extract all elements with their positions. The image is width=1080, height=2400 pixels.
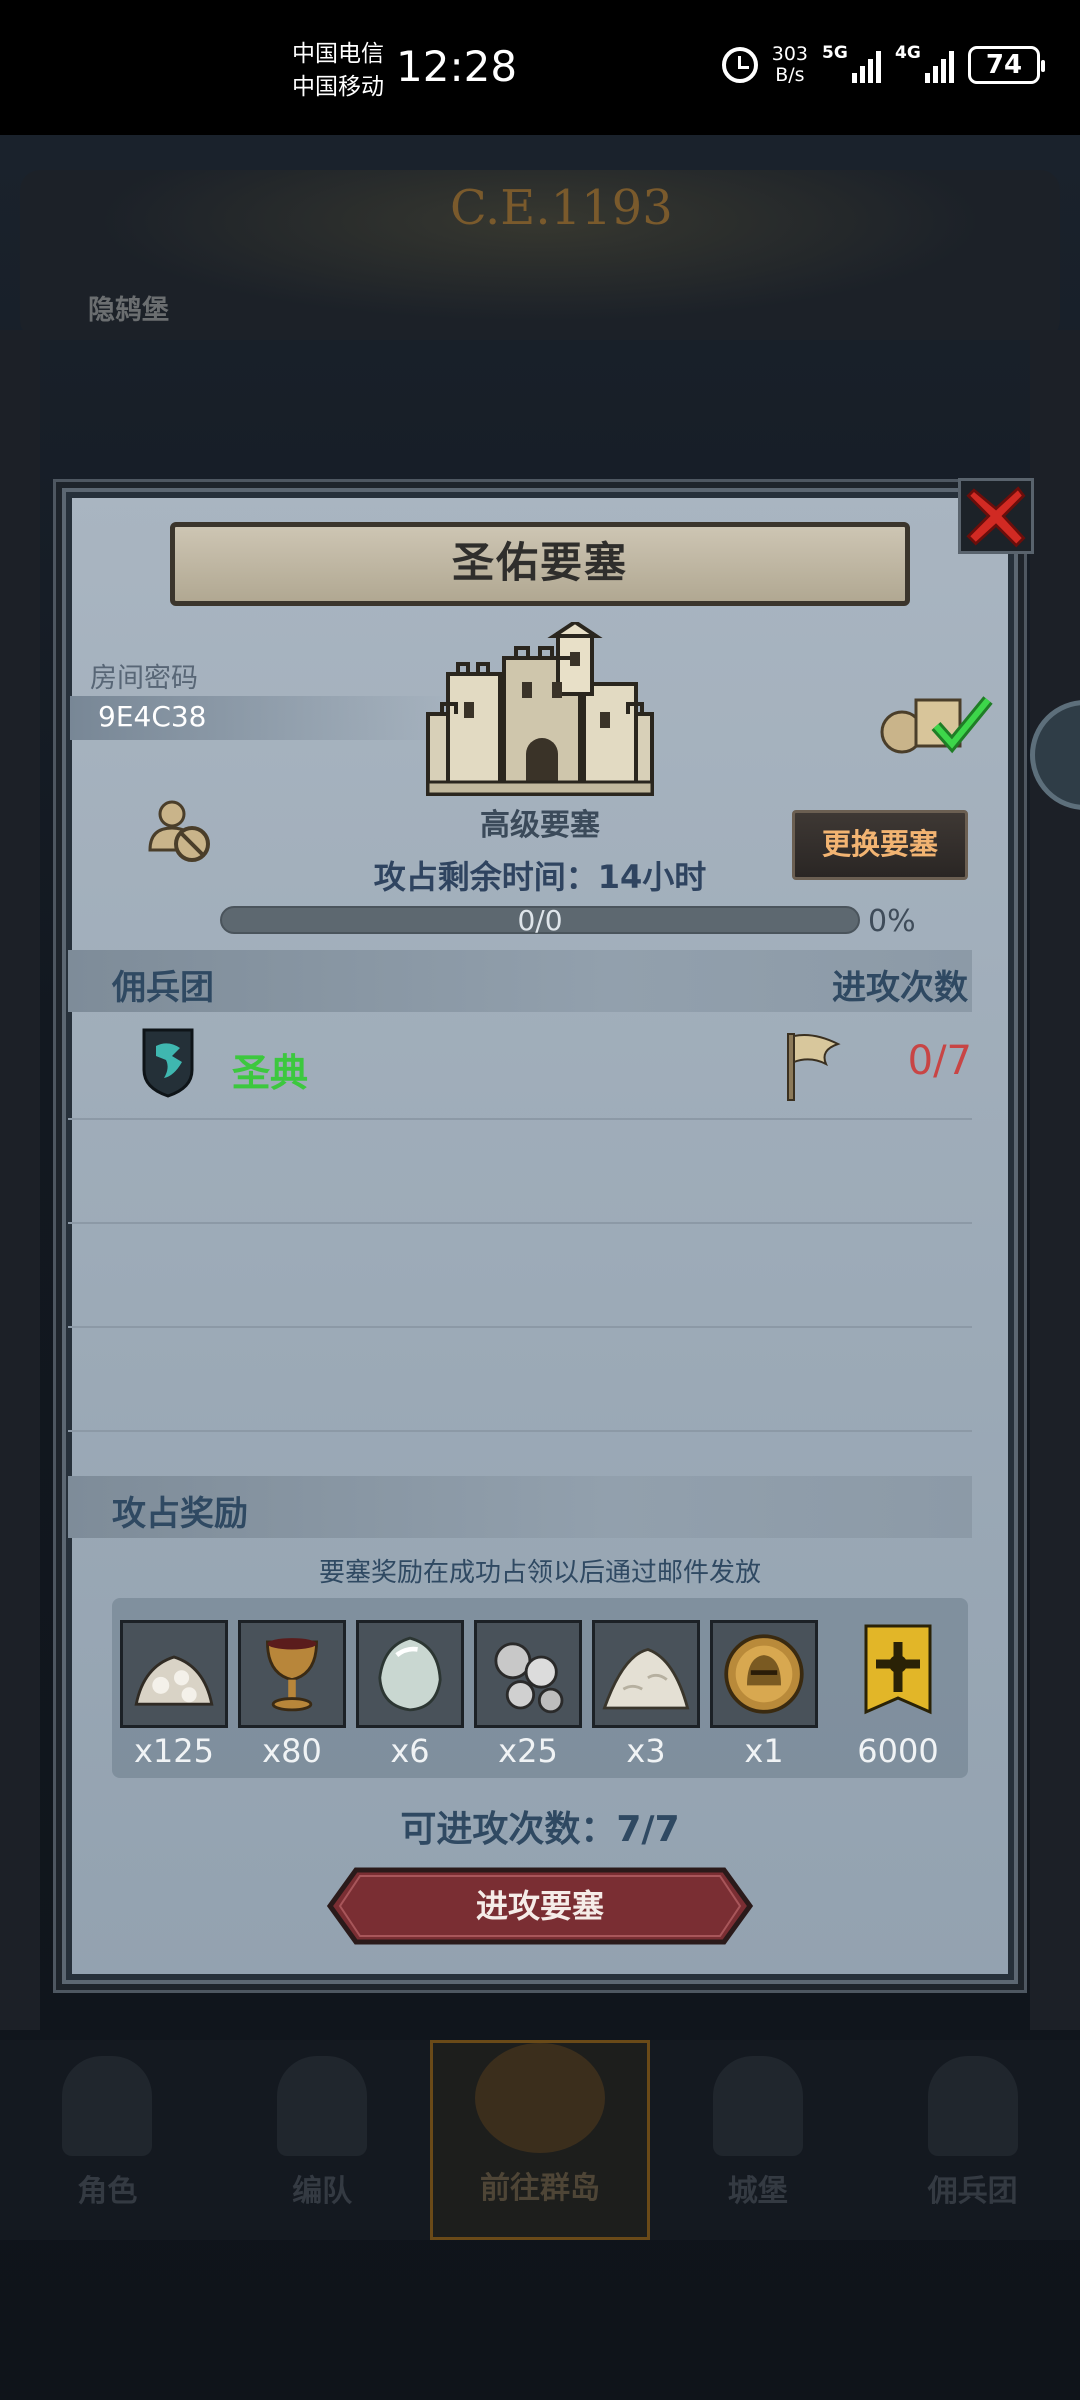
nav-item-character[interactable]: 角色 [0,2040,215,2240]
guild-list-header: 佣兵团 进攻次数 [68,950,972,1012]
gem-stone-icon [356,1620,464,1728]
attacks-available: 可进攻次数：7/7 [400,1809,680,1850]
signal-4g-icon: 4G [895,43,954,83]
helmet-icon [277,2056,368,2156]
carrier-1: 中国电信 [292,41,384,67]
carrier-info: 中国电信 中国移动 [292,38,384,104]
flag-icon [782,1030,842,1102]
battery-icon: 74 [968,46,1045,84]
attacks-column-label: 进攻次数 [832,968,968,1008]
net-speed: 303 B/s [772,44,808,86]
status-bar: 中国电信 中国移动 12:28 303 B/s 5G 4G 74 [0,0,1080,135]
signal-1-tag: 5G [822,43,848,63]
nav-label: 编队 [292,2174,353,2209]
background-right-panel [1030,330,1080,2030]
reward-item[interactable]: x6 [356,1620,464,1770]
nav-label: 佣兵团 [927,2174,1018,2209]
reward-qty: x80 [262,1732,322,1770]
helmet-medal-icon [710,1620,818,1728]
reward-item[interactable]: x80 [238,1620,346,1770]
empty-row [68,1224,972,1328]
empty-row [68,1120,972,1224]
fortress-castle-icon [418,619,662,800]
capture-progress-bar: 0/0 [220,904,860,937]
town-name: 隐鸫堡 [88,295,169,326]
alarm-icon [721,47,758,83]
clock: 12:28 [396,42,518,91]
reward-item[interactable]: x25 [474,1620,582,1770]
nav-label: 角色 [77,2174,138,2209]
dragon-shield-icon [142,1028,194,1098]
fortress-level: 高级要塞 [480,808,600,843]
net-speed-value: 303 [771,43,808,65]
guild-attack-count: 0/7 [907,1038,972,1084]
signal-5g-icon: 5G [822,43,881,83]
progress-text: 0/0 [517,904,563,937]
progress-percent: 0% [868,904,916,939]
banner-badge-icon [844,1620,952,1728]
ore-pile-icon [120,1620,228,1728]
guild-column-label: 佣兵团 [112,968,214,1008]
nav-item-islands[interactable]: 前往群岛 [429,2040,651,2240]
silver-orbs-icon [474,1620,582,1728]
net-speed-unit: B/s [775,64,805,86]
dialog-title: 圣佑要塞 [170,522,910,606]
supply-check-icon[interactable] [876,686,996,756]
castle-icon [712,2056,803,2156]
change-fortress-button[interactable]: 更换要塞 [792,810,968,880]
attack-fortress-button[interactable]: 进攻要塞 [326,1866,754,1946]
reward-qty: 6000 [857,1732,939,1770]
empty-row [68,1328,972,1432]
nav-item-mercenary[interactable]: 佣兵团 [865,2040,1080,2240]
background-left-panel [0,330,40,2030]
reward-item[interactable]: 6000 [844,1620,952,1770]
reward-item[interactable]: x125 [120,1620,228,1770]
reward-header: 攻占奖励 [68,1476,972,1538]
reward-note: 要塞奖励在成功占领以后通过邮件发放 [318,1558,761,1588]
nav-label: 前往群岛 [479,2171,600,2206]
powder-pile-icon [592,1620,700,1728]
room-password-value[interactable]: 9E4C38 [98,700,207,733]
status-icons: 303 B/s 5G 4G 74 [721,43,1045,86]
close-button[interactable] [958,478,1034,554]
no-visitors-icon[interactable] [146,798,216,866]
reward-header-label: 攻占奖励 [112,1494,248,1534]
nav-item-castle[interactable]: 城堡 [650,2040,865,2240]
reward-qty: x125 [133,1732,214,1770]
room-password-label: 房间密码 [90,663,198,694]
reward-qty: x6 [390,1732,430,1770]
signal-2-tag: 4G [895,43,921,63]
island-icon [474,2043,605,2153]
time-remaining: 攻占剩余时间：14小时 [373,858,707,896]
goblet-icon [238,1620,346,1728]
reward-qty: x3 [626,1732,666,1770]
guild-name: 圣典 [232,1051,309,1095]
close-icon [966,486,1026,548]
bottom-nav: 角色 编队 前往群岛 城堡 佣兵团 [0,2040,1080,2240]
nav-item-team[interactable]: 编队 [215,2040,430,2240]
reward-qty: x25 [498,1732,558,1770]
ship-icon [927,2056,1018,2156]
nav-label: 城堡 [727,2174,788,2209]
carrier-2: 中国移动 [292,74,384,100]
reward-item[interactable]: x1 [710,1620,818,1770]
guild-row[interactable]: 圣典 0/7 [68,1016,972,1120]
attack-button-label: 进攻要塞 [475,1887,604,1925]
reward-qty: x1 [744,1732,784,1770]
era-label: C.E.1193 [450,180,673,236]
reward-item[interactable]: x3 [592,1620,700,1770]
knight-icon [62,2056,153,2156]
